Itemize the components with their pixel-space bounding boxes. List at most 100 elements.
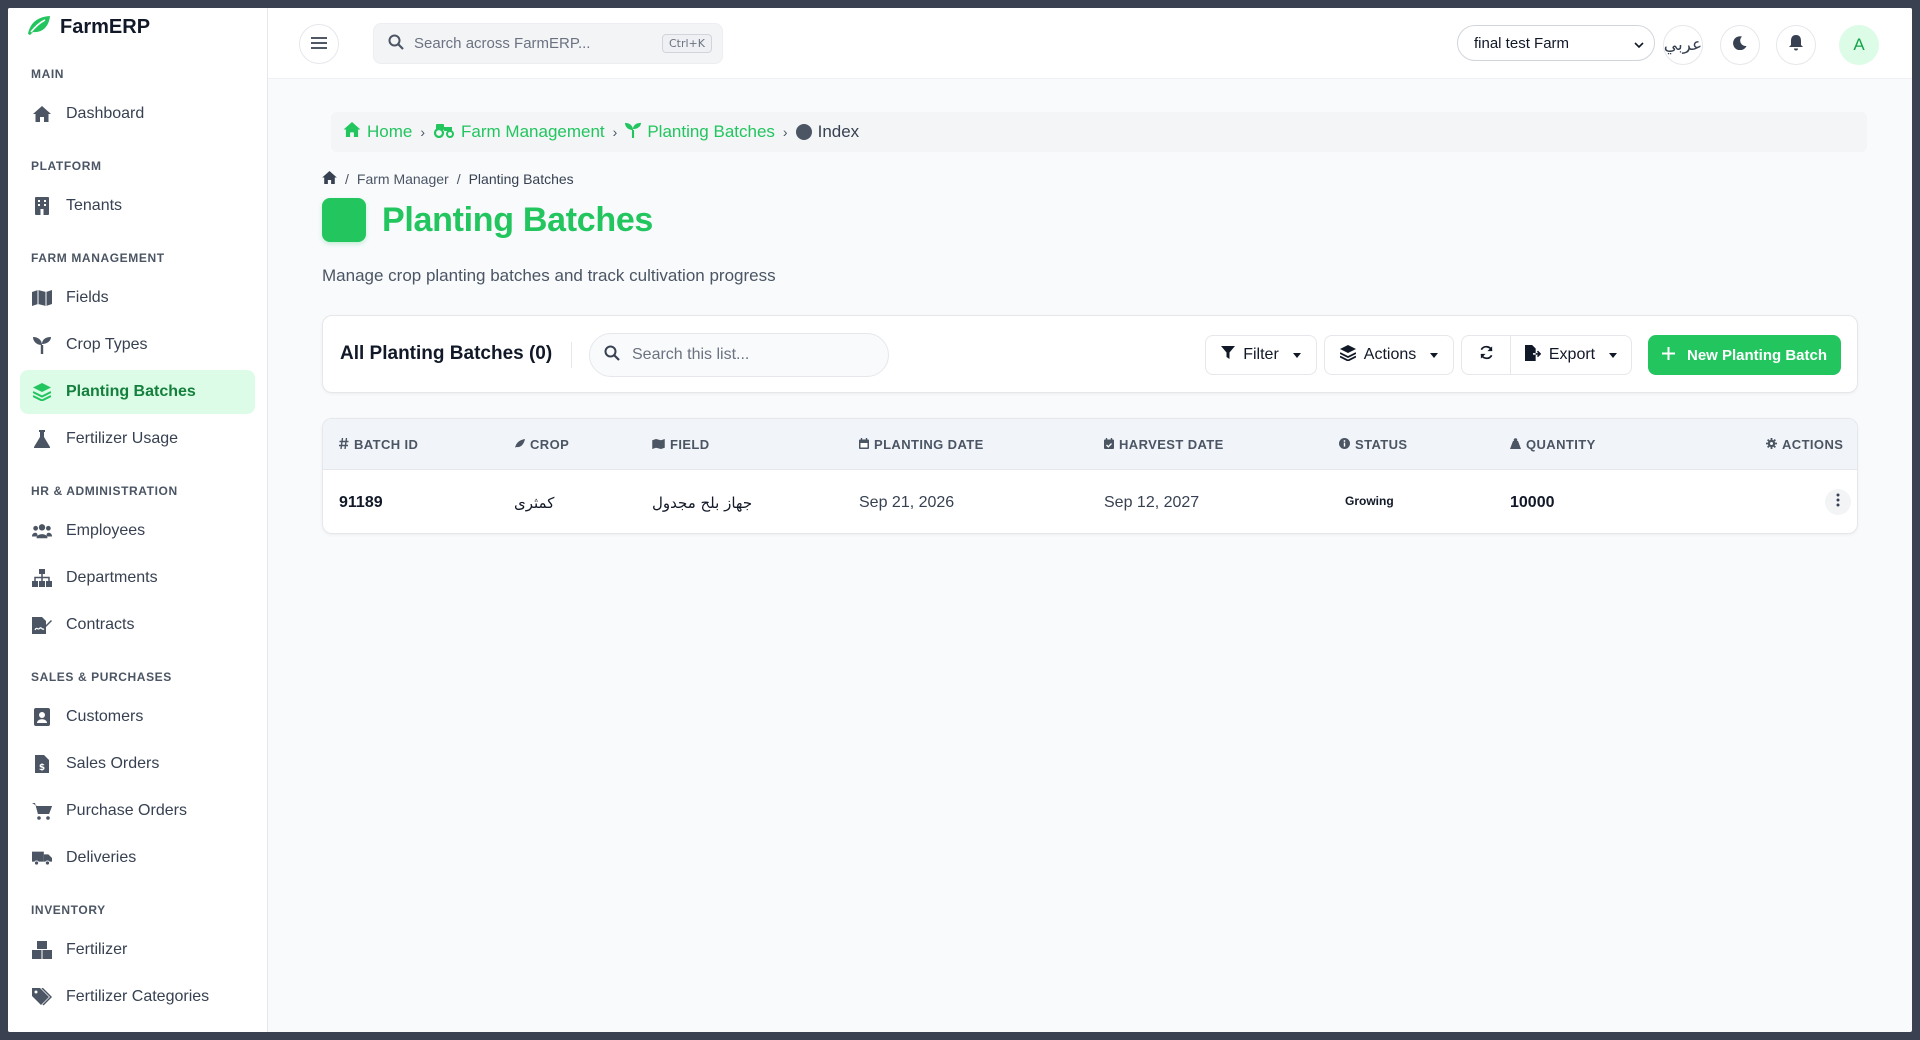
new-planting-batch-label: New Planting Batch: [1686, 346, 1828, 364]
cell-crop: كمثرى: [514, 494, 555, 512]
cell-planting-date: Sep 21, 2026: [859, 494, 955, 511]
th-label: BATCH ID: [354, 437, 419, 452]
search-icon: [388, 34, 404, 54]
layers-icon: [32, 382, 52, 402]
sidebar-item-contracts[interactable]: Contracts: [20, 603, 255, 647]
th-harvest-date[interactable]: HARVEST DATE: [1104, 437, 1224, 452]
planting-batches-table: BATCH ID CROP FIELD PLANTING DATE HARVES…: [322, 418, 1858, 534]
info-circle-icon: [1339, 437, 1350, 452]
moon-icon: [1733, 36, 1747, 54]
sidebar-item-label: Customers: [66, 708, 144, 725]
filter-label: Filter: [1243, 346, 1279, 363]
breadcrumb-farm-management[interactable]: Farm Management: [433, 122, 605, 143]
sidebar-item-purchase-orders[interactable]: Purchase Orders: [20, 789, 255, 833]
sidebar-item-label: Dashboard: [66, 105, 145, 122]
breadcrumb-home-label: Home: [367, 122, 413, 141]
caret-down-icon: [1292, 352, 1301, 358]
breadcrumb-separator: ›: [782, 124, 788, 140]
sidebar-item-label: Fertilizer Usage: [66, 430, 179, 447]
sidebar-toggle-button[interactable]: [299, 24, 339, 64]
filter-icon: [1221, 345, 1236, 365]
page-description: Manage crop planting batches and track c…: [322, 266, 776, 285]
file-invoice-dollar-icon: $: [32, 754, 52, 774]
sidebar-item-dashboard[interactable]: Dashboard: [20, 92, 255, 136]
tags-icon: [32, 987, 52, 1007]
app-window: FarmERP MAIN Dashboard PLATFORM Tenants …: [8, 8, 1912, 1032]
divider: [571, 342, 572, 368]
page-title-badge: [322, 198, 366, 242]
breadcrumb-planting-batches[interactable]: Planting Batches: [625, 122, 775, 143]
avatar-initial: A: [1853, 35, 1865, 54]
users-icon: [32, 521, 52, 541]
sidebar-item-deliveries[interactable]: Deliveries: [20, 836, 255, 880]
breadcrumb-current: Index: [795, 122, 859, 142]
language-toggle-button[interactable]: عربي: [1663, 25, 1703, 65]
global-search-placeholder: Search across FarmERP...: [414, 35, 591, 52]
sidebar-item-fertilizer-usage[interactable]: Fertilizer Usage: [20, 417, 255, 461]
breadcrumb-home[interactable]: Home: [343, 122, 412, 142]
cell-quantity: 10000: [1510, 494, 1555, 511]
sidebar-item-label: Sales Orders: [66, 755, 160, 772]
export-label: Export: [1548, 346, 1596, 363]
breadcrumb-farm-management-label: Farm Management: [461, 122, 605, 141]
th-quantity[interactable]: QUANTITY: [1510, 437, 1596, 452]
cell-harvest-date: Sep 12, 2027: [1104, 494, 1200, 511]
sidebar-item-crop-types[interactable]: Crop Types: [20, 323, 255, 367]
th-crop[interactable]: CROP: [514, 437, 569, 452]
sidebar-item-customers[interactable]: Customers: [20, 695, 255, 739]
seedling-icon: [625, 122, 642, 143]
list-search-input[interactable]: Search this list...: [589, 333, 889, 377]
refresh-icon: [1479, 345, 1494, 365]
list-toolbar: All Planting Batches (0) Search this lis…: [322, 315, 1858, 393]
sidebar-item-fertilizer-categories[interactable]: Fertilizer Categories: [20, 975, 255, 1019]
section-title-farm-management: FARM MANAGEMENT: [31, 251, 165, 265]
export-button[interactable]: Export: [1510, 335, 1632, 375]
th-field[interactable]: FIELD: [652, 437, 710, 452]
sidebar-item-planting-batches[interactable]: Planting Batches: [20, 370, 255, 414]
leaf-icon: [514, 437, 525, 452]
sidebar-item-departments[interactable]: Departments: [20, 556, 255, 600]
sidebar-item-label: Employees: [66, 522, 146, 539]
page-header: Planting Batches: [322, 198, 653, 242]
file-signature-icon: [32, 615, 52, 635]
farm-select[interactable]: final test Farm: [1457, 25, 1655, 61]
row-actions-button[interactable]: [1825, 489, 1851, 515]
refresh-button[interactable]: [1461, 335, 1511, 375]
caret-down-icon: [1609, 352, 1618, 358]
table-row[interactable]: 91189 كمثرى جهاز بلح مجدول Sep 21, 2026 …: [323, 470, 1857, 533]
user-avatar[interactable]: A: [1839, 25, 1879, 65]
th-label: STATUS: [1355, 437, 1408, 452]
th-planting-date[interactable]: PLANTING DATE: [859, 437, 984, 452]
sidebar-item-sales-orders[interactable]: $ Sales Orders: [20, 742, 255, 786]
caret-down-icon: [1430, 352, 1439, 358]
sidebar-item-label: Tenants: [66, 197, 123, 214]
sidebar-item-tenants[interactable]: Tenants: [20, 184, 255, 228]
breadcrumb-separator: ›: [612, 124, 618, 140]
sidebar-item-employees[interactable]: Employees: [20, 509, 255, 553]
brand-name: FarmERP: [60, 15, 151, 38]
actions-button[interactable]: Actions: [1324, 335, 1454, 375]
cell-field: جهاز بلح مجدول: [652, 494, 753, 512]
new-planting-batch-button[interactable]: New Planting Batch: [1648, 335, 1841, 375]
brand[interactable]: FarmERP: [8, 8, 267, 40]
truck-icon: [32, 848, 52, 868]
sidebar-item-label: Contracts: [66, 616, 135, 633]
global-search-input[interactable]: Search across FarmERP... Ctrl+K: [373, 23, 723, 64]
notifications-button[interactable]: [1776, 25, 1816, 65]
layer-group-icon: [1339, 344, 1357, 366]
hamburger-icon: [311, 36, 327, 53]
sidebar-item-fields[interactable]: Fields: [20, 276, 255, 320]
actions-label: Actions: [1363, 346, 1417, 363]
th-status[interactable]: STATUS: [1339, 437, 1407, 452]
home-icon[interactable]: [322, 171, 337, 187]
home-icon: [32, 104, 52, 124]
sub-crumb-farm-manager[interactable]: Farm Manager: [357, 171, 449, 187]
th-label: FIELD: [670, 437, 710, 452]
sidebar-item-fertilizer[interactable]: Fertilizer: [20, 928, 255, 972]
calendar-icon: [859, 437, 869, 452]
section-title-hr: HR & ADMINISTRATION: [31, 484, 178, 498]
th-actions: ACTIONS: [1766, 437, 1843, 452]
th-batch-id[interactable]: BATCH ID: [339, 437, 418, 452]
filter-button[interactable]: Filter: [1205, 335, 1317, 375]
dark-mode-toggle-button[interactable]: [1720, 25, 1760, 65]
